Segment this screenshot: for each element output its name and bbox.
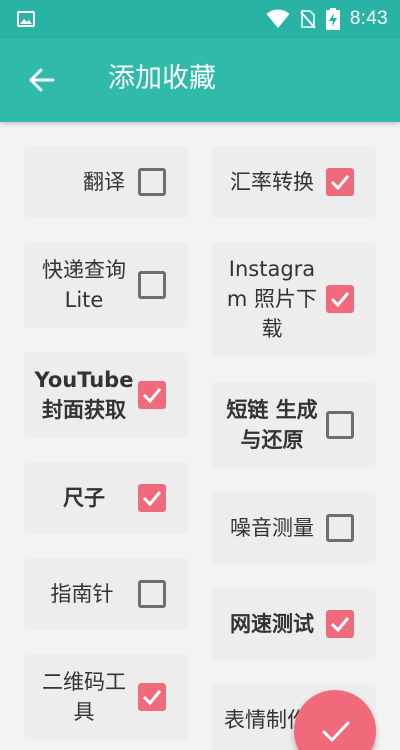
tool-label: 网速测试 (230, 612, 314, 636)
tool-label: 指南针 (50, 582, 114, 606)
checkbox[interactable] (326, 411, 354, 439)
checkbox-checked[interactable] (326, 610, 354, 638)
no-sim-icon (300, 10, 316, 29)
tool-label: 尺子 (63, 486, 105, 510)
tool-label: 快递查询 Lite (42, 258, 126, 312)
tool-card-speedtest[interactable]: 网速测试 (212, 588, 376, 660)
page-title: 添加收藏 (108, 63, 216, 94)
tool-card-noise[interactable]: 噪音测量 (212, 492, 376, 564)
tool-card-express[interactable]: 快递查询 Lite (24, 242, 188, 328)
tool-label: 短链 生成与还原 (226, 398, 318, 452)
tool-label: 噪音测量 (230, 516, 314, 540)
tool-label: Instagram 照片下载 (226, 257, 318, 341)
checkbox[interactable] (138, 580, 166, 608)
tool-label: 翻译 (83, 170, 125, 194)
battery-charging-icon (325, 8, 340, 30)
checkbox-checked[interactable] (138, 683, 166, 711)
checkbox[interactable] (138, 168, 166, 196)
tool-card-shortlink[interactable]: 短链 生成与还原 (212, 382, 376, 468)
tool-card-youtube[interactable]: YouTube封面获取 (24, 352, 188, 438)
status-time: 8:43 (349, 8, 388, 29)
check-icon (142, 690, 162, 706)
tool-label: 汇率转换 (230, 170, 314, 194)
tool-label: 二维码工具 (42, 670, 126, 724)
status-bar: 8:43 (0, 0, 400, 38)
checkbox-checked[interactable] (138, 484, 166, 512)
check-icon (142, 491, 162, 507)
back-button[interactable] (26, 64, 58, 96)
tool-label: YouTube封面获取 (34, 368, 134, 422)
tool-card-compass[interactable]: 指南针 (24, 558, 188, 630)
tool-card-qrcode[interactable]: 二维码工具 (24, 654, 188, 740)
checkbox-checked[interactable] (326, 168, 354, 196)
check-icon (330, 175, 350, 191)
tool-card-instagram[interactable]: Instagram 照片下载 (212, 242, 376, 356)
tool-card-exchange[interactable]: 汇率转换 (212, 146, 376, 218)
check-icon (142, 388, 162, 404)
app-bar: 添加收藏 (0, 38, 400, 122)
wifi-icon (266, 9, 290, 28)
checkbox[interactable] (138, 271, 166, 299)
checkbox[interactable] (326, 514, 354, 542)
tool-card-ruler[interactable]: 尺子 (24, 462, 188, 534)
tool-card-translate[interactable]: 翻译 (24, 146, 188, 218)
check-icon (330, 292, 350, 308)
check-icon (322, 721, 350, 742)
checkbox-checked[interactable] (326, 285, 354, 313)
check-icon (330, 617, 350, 633)
image-icon (17, 11, 35, 27)
arrow-back-icon (29, 68, 55, 92)
checkbox-checked[interactable] (138, 381, 166, 409)
